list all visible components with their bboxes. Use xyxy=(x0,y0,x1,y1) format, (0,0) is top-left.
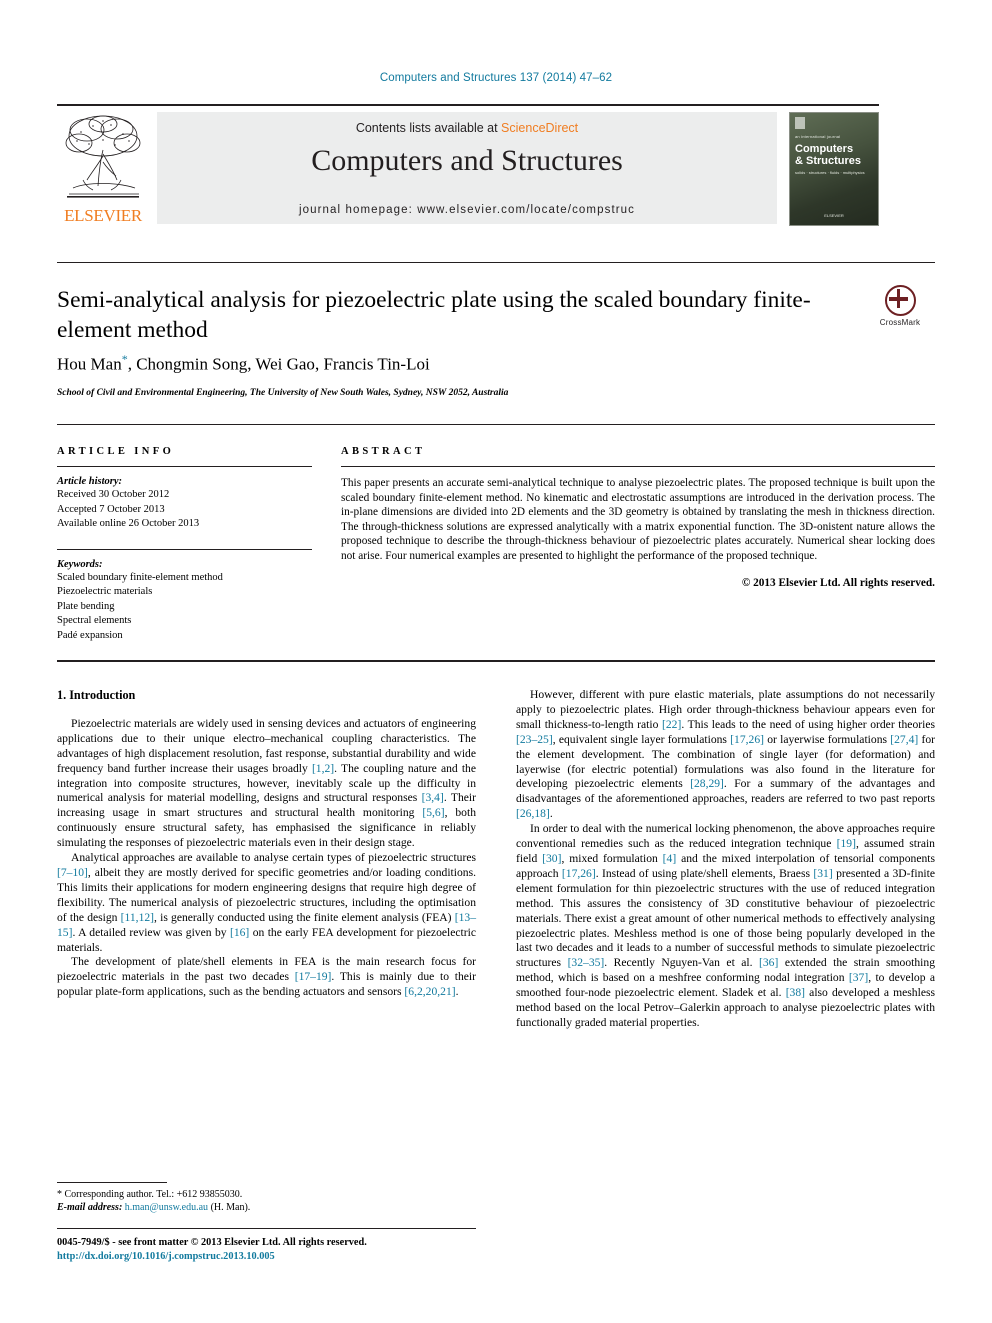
article-history-received: Received 30 October 2012 xyxy=(57,489,170,500)
contents-prefix: Contents lists available at xyxy=(355,121,502,135)
doi-link[interactable]: http://dx.doi.org/10.1016/j.compstruc.20… xyxy=(57,1250,527,1264)
citation-ref[interactable]: [6,2,20,21] xyxy=(404,985,455,998)
journal-title: Computers and Structures xyxy=(311,144,623,177)
body-paragraph: In order to deal with the numerical lock… xyxy=(516,822,936,1029)
abstract-text: This paper presents an accurate semi-ana… xyxy=(341,477,935,562)
keyword-item: Spectral elements xyxy=(57,615,132,626)
author-list: Hou Man*, Chongmin Song, Wei Gao, Franci… xyxy=(57,352,430,374)
footnote-rule xyxy=(57,1182,167,1183)
footer-rule xyxy=(57,1228,476,1229)
citation-ref[interactable]: [4] xyxy=(663,852,677,865)
citation-ref[interactable]: [17–19] xyxy=(295,970,332,983)
article-history-label: Article history: xyxy=(57,476,123,487)
citation-ref[interactable]: [38] xyxy=(786,986,805,999)
cover-title: Computers & Structures xyxy=(795,143,875,167)
footnote-block: * Corresponding author. Tel.: +612 93855… xyxy=(57,1188,476,1214)
author-name: Chongmin Song xyxy=(136,354,248,374)
footer-block: 0045-7949/$ - see front matter © 2013 El… xyxy=(57,1236,527,1263)
running-head: Computers and Structures 137 (2014) 47–6… xyxy=(379,72,613,84)
keywords-rule xyxy=(57,548,312,550)
keyword-item: Piezoelectric materials xyxy=(57,586,153,597)
body-paragraph: The development of plate/shell elements … xyxy=(57,955,476,999)
author-name: Wei Gao xyxy=(255,354,315,374)
email-label: E-mail address: xyxy=(57,1202,123,1213)
citation-ref[interactable]: [28,29] xyxy=(690,777,724,790)
elsevier-wordmark: ELSEVIER xyxy=(64,206,142,225)
citation-ref[interactable]: [16] xyxy=(230,926,249,939)
author-affiliation: School of Civil and Environmental Engine… xyxy=(57,388,509,398)
article-info-rule xyxy=(57,466,312,467)
abstract-heading: ABSTRACT xyxy=(341,446,426,457)
citation-ref[interactable]: [11,12] xyxy=(121,911,154,924)
keywords-label: Keywords: xyxy=(57,558,103,570)
article-history-accepted: Accepted 7 October 2013 xyxy=(57,503,165,515)
cover-subtitle: an international journal xyxy=(795,134,841,139)
abstract-rule xyxy=(341,466,935,467)
sciencedirect-link[interactable]: ScienceDirect xyxy=(501,121,578,135)
abstract-copyright: © 2013 Elsevier Ltd. All rights reserved… xyxy=(741,576,935,589)
citation-ref[interactable]: [1,2] xyxy=(312,762,334,775)
email-owner: (H. Man). xyxy=(210,1202,251,1213)
citation-ref[interactable]: [27,4] xyxy=(890,733,918,746)
citation-ref[interactable]: [17,26] xyxy=(562,867,596,880)
issn-copyright-line: 0045-7949/$ - see front matter © 2013 El… xyxy=(57,1237,367,1248)
crossmark-label: CrossMark xyxy=(879,318,921,327)
cover-strapline: solids · structures · fluids · multiphys… xyxy=(795,170,865,175)
citation-ref[interactable]: [3,4] xyxy=(422,791,444,804)
citation-ref[interactable]: [32–35] xyxy=(568,956,605,969)
contents-list-line: Contents lists available at ScienceDirec… xyxy=(157,121,777,135)
cover-elsevier-icon xyxy=(795,117,805,129)
masthead-center-panel: Contents lists available at ScienceDirec… xyxy=(157,112,777,224)
article-history-online: Available online 26 October 2013 xyxy=(57,518,200,529)
citation-ref[interactable]: [37] xyxy=(849,971,868,984)
author-name: Francis Tin-Loi xyxy=(323,354,430,374)
title-divider xyxy=(57,262,935,263)
body-column-left: 1. Introduction Piezoelectric materials … xyxy=(57,688,476,1000)
citation-ref[interactable]: [23–25] xyxy=(516,733,553,746)
section-heading-introduction: 1. Introduction xyxy=(57,688,136,702)
email-note: E-mail address: h.man@unsw.edu.au (H. Ma… xyxy=(57,1201,476,1214)
citation-ref[interactable]: [22] xyxy=(662,718,681,731)
cover-footer: ELSEVIER xyxy=(824,213,844,218)
crossmark-icon xyxy=(884,285,916,316)
citation-ref[interactable]: [31] xyxy=(813,867,832,880)
body-paragraph: Piezoelectric materials are widely used … xyxy=(57,716,476,850)
elsevier-logo: ELSEVIER xyxy=(57,110,149,226)
masthead-top-rule xyxy=(57,104,879,106)
body-paragraph: However, different with pure elastic mat… xyxy=(516,688,935,821)
keyword-item: Plate bending xyxy=(57,600,115,612)
citation-ref[interactable]: [7–10] xyxy=(57,866,88,879)
info-top-rule xyxy=(57,424,935,425)
citation-ref[interactable]: [5,6] xyxy=(422,806,444,819)
keywords-block: Keywords: Scaled boundary finite-element… xyxy=(57,548,312,644)
article-info-heading: ARTICLE INFO xyxy=(57,446,175,457)
citation-ref[interactable]: [30] xyxy=(542,852,561,865)
article-title: Semi-analytical analysis for piezoelectr… xyxy=(57,287,811,343)
cover-title-line1: Computers xyxy=(795,143,854,155)
elsevier-tree-icon xyxy=(59,110,147,202)
citation-ref[interactable]: [36] xyxy=(759,956,778,969)
info-bottom-rule xyxy=(57,660,935,662)
body-paragraph: Analytical approaches are available to a… xyxy=(57,851,476,954)
keyword-item: Scaled boundary finite-element method xyxy=(57,571,223,583)
abstract-column: ABSTRACT This paper presents an accurate… xyxy=(341,446,935,589)
corresponding-author-marker[interactable]: * xyxy=(122,352,128,366)
corresponding-author-note: * Corresponding author. Tel.: +612 93855… xyxy=(57,1189,243,1200)
crossmark-badge[interactable]: CrossMark xyxy=(865,285,935,331)
citation-ref[interactable]: [17,26] xyxy=(730,733,764,746)
author-name: Hou Man xyxy=(57,354,122,374)
journal-cover-thumbnail: an international journal Computers & Str… xyxy=(789,112,879,226)
keyword-item: Padé expansion xyxy=(57,629,123,641)
citation-ref[interactable]: [26,18] xyxy=(516,807,550,820)
body-column-right: However, different with pure elastic mat… xyxy=(516,688,935,1031)
journal-masthead: ELSEVIER Contents lists available at Sci… xyxy=(57,110,879,226)
citation-ref[interactable]: [19] xyxy=(837,837,856,850)
journal-homepage[interactable]: journal homepage: www.elsevier.com/locat… xyxy=(157,204,777,216)
article-page: Computers and Structures 137 (2014) 47–6… xyxy=(0,0,992,1323)
article-info-column: ARTICLE INFO Article history: Received 3… xyxy=(57,446,312,643)
cover-title-line2: & Structures xyxy=(795,155,862,167)
email-link[interactable]: h.man@unsw.edu.au xyxy=(125,1202,208,1213)
